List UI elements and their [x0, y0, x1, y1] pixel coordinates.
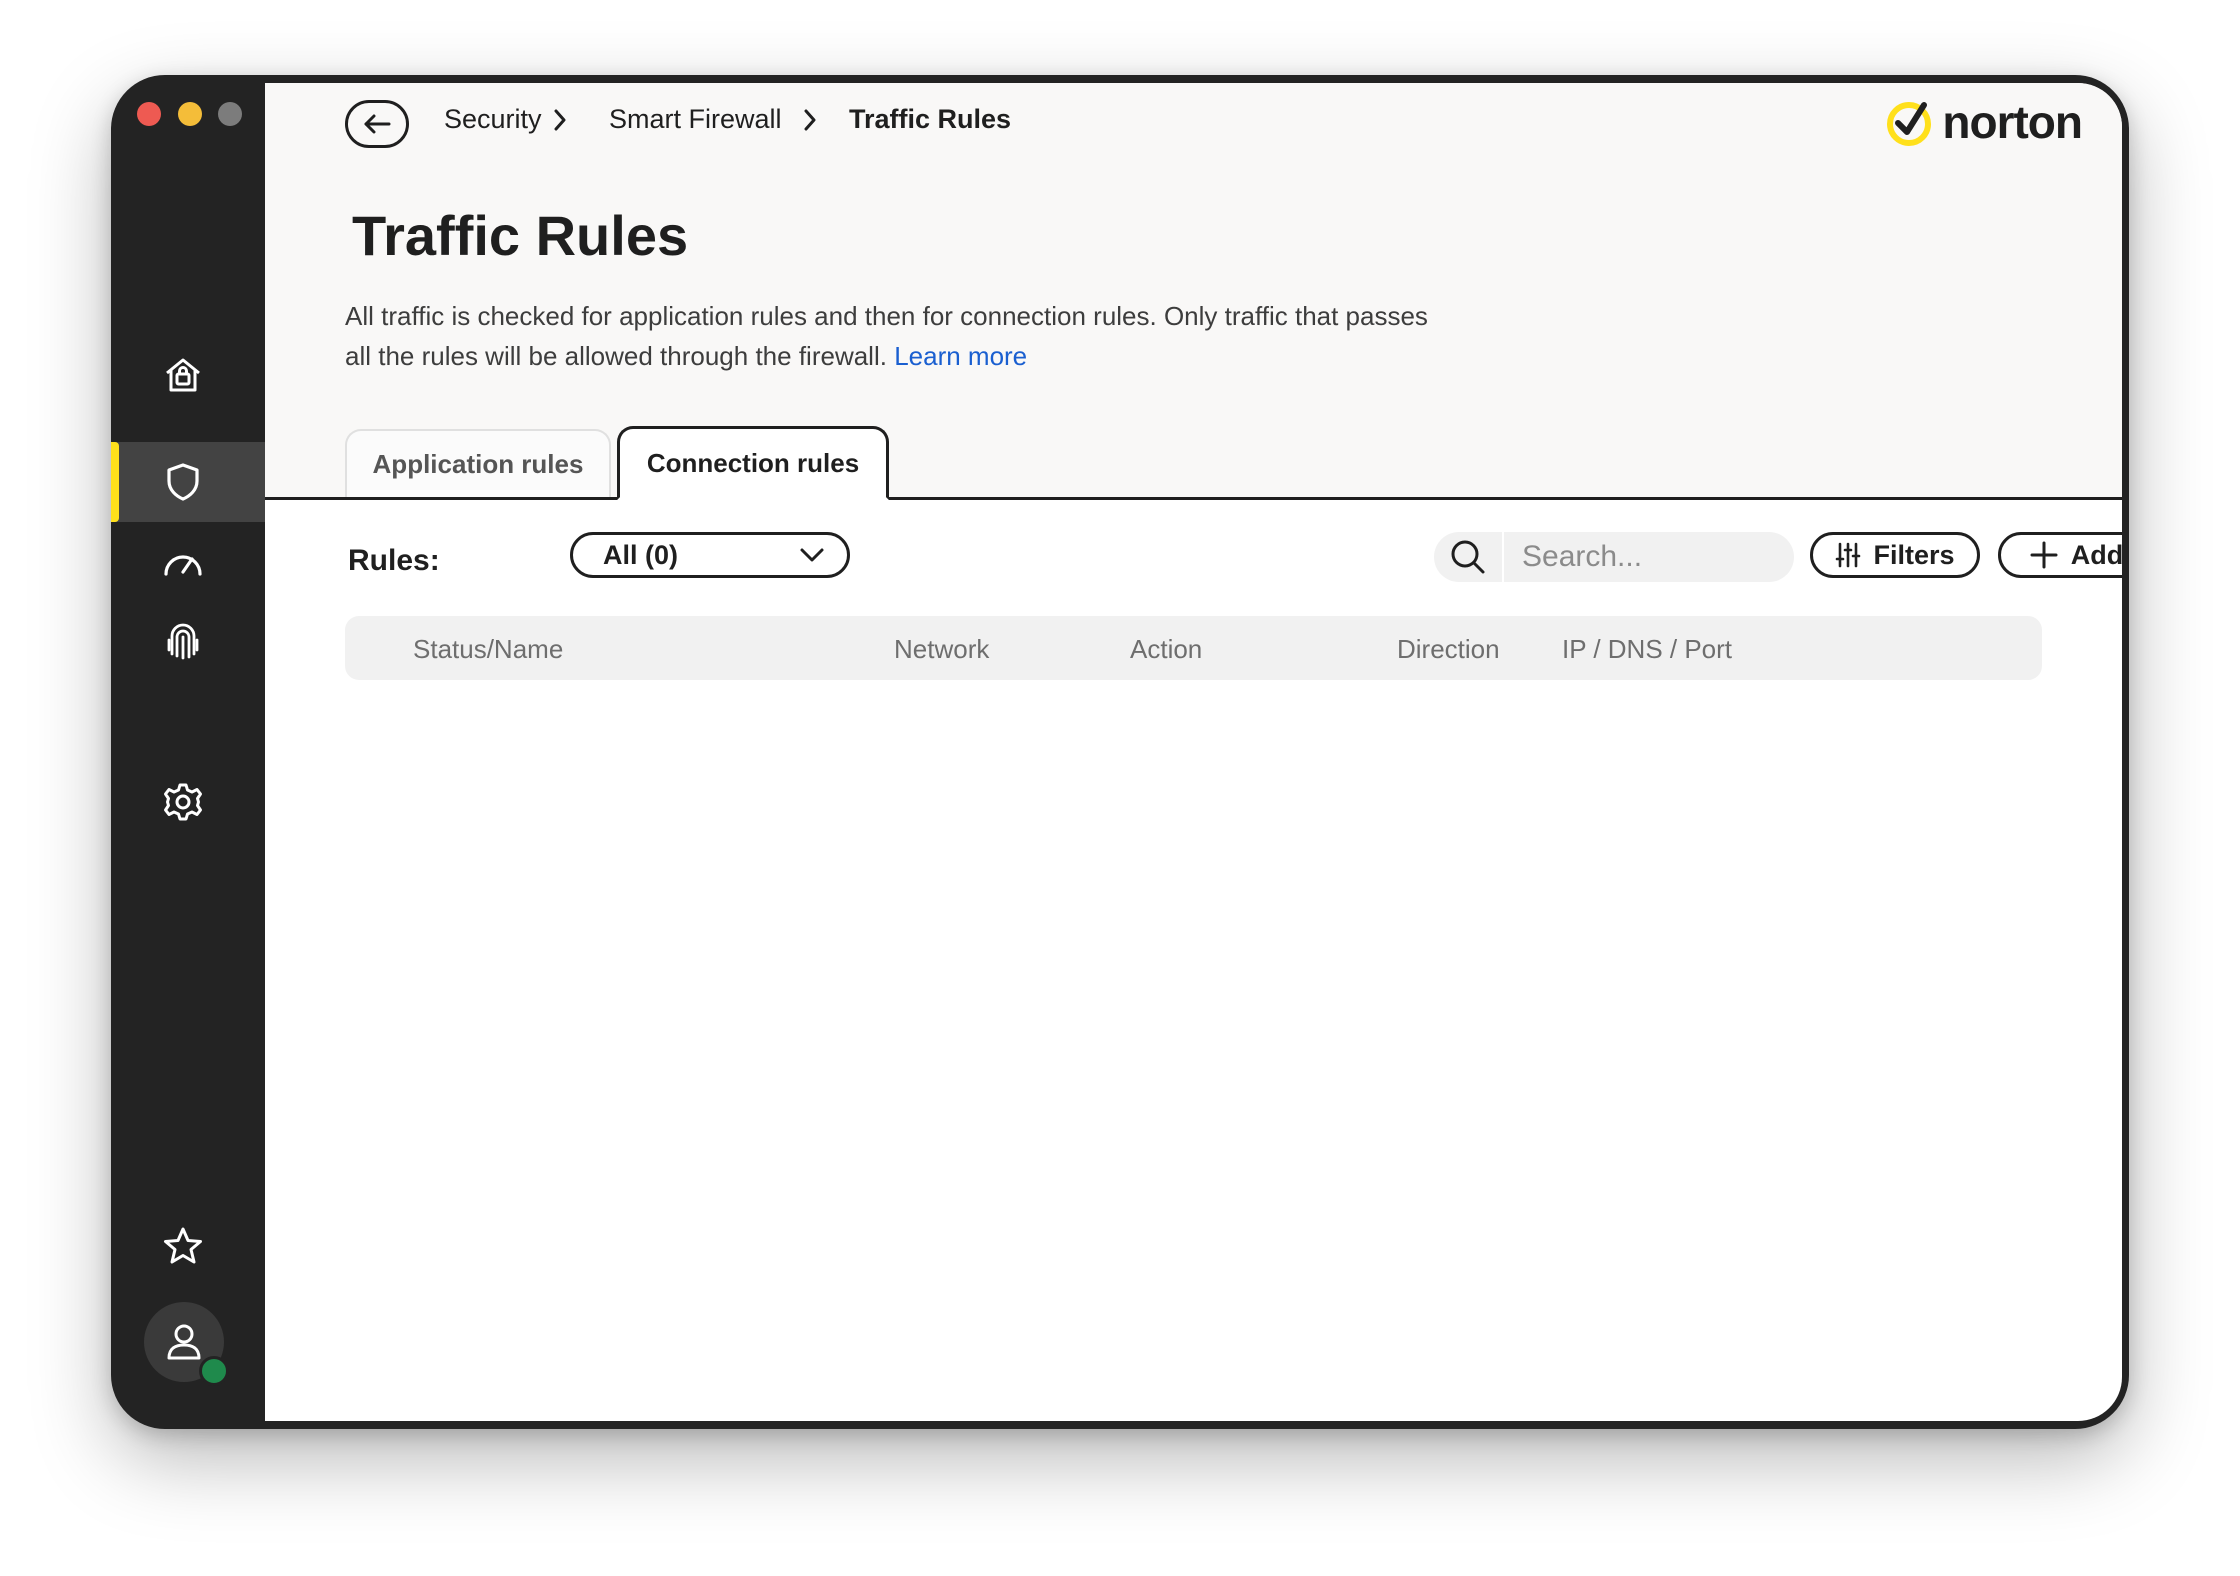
- tab-connection-rules[interactable]: Connection rules: [617, 426, 889, 500]
- page-title: Traffic Rules: [352, 204, 689, 267]
- window-zoom-button[interactable]: [218, 102, 242, 126]
- sidebar-active-indicator: [111, 442, 119, 522]
- tab-application-rules[interactable]: Application rules: [345, 429, 611, 497]
- norton-logo: norton: [1884, 95, 2083, 149]
- sliders-icon: [1836, 542, 1861, 568]
- search-input[interactable]: [1504, 532, 1794, 582]
- search-button[interactable]: [1434, 532, 1502, 582]
- filters-button[interactable]: Filters: [1810, 532, 1980, 578]
- filters-label: Filters: [1873, 539, 1955, 570]
- search-icon: [1451, 540, 1485, 574]
- back-button[interactable]: [345, 100, 409, 148]
- breadcrumb-security[interactable]: Security: [444, 104, 542, 135]
- sidebar-item-favorites[interactable]: [155, 1218, 211, 1274]
- window-close-button[interactable]: [137, 102, 161, 126]
- window-minimize-button[interactable]: [178, 102, 202, 126]
- sidebar-item-security[interactable]: [155, 454, 211, 510]
- column-ip-dns-port[interactable]: IP / DNS / Port: [1562, 634, 1732, 665]
- norton-wordmark: norton: [1942, 96, 2083, 148]
- speedometer-icon: [164, 555, 202, 576]
- rules-filter-select[interactable]: All (0): [570, 532, 850, 578]
- norton-check-icon: [1887, 102, 1932, 146]
- learn-more-link[interactable]: Learn more: [894, 341, 1027, 371]
- arrow-left-icon: [364, 114, 391, 134]
- home-lock-icon: [166, 358, 200, 392]
- chevron-down-icon: [800, 548, 824, 562]
- page-description: All traffic is checked for application r…: [345, 296, 1445, 376]
- add-rule-button[interactable]: Add: [1998, 532, 2122, 578]
- user-icon: [167, 1324, 201, 1360]
- main-content: Security Smart Firewall Traffic Rules no…: [265, 83, 2122, 1421]
- description-text: All traffic is checked for application r…: [345, 301, 1428, 371]
- chevron-right-icon: [554, 109, 566, 131]
- shield-icon: [167, 463, 199, 501]
- sidebar-item-home[interactable]: [155, 347, 211, 403]
- sidebar-item-performance[interactable]: [155, 534, 211, 590]
- plus-icon: [2030, 541, 2058, 569]
- chevron-right-icon: [804, 109, 816, 131]
- rules-label: Rules:: [348, 544, 440, 577]
- sidebar-item-identity[interactable]: [155, 614, 211, 670]
- rules-table-header: Status/Name Network Action Direction IP …: [345, 616, 2042, 680]
- breadcrumb-smart-firewall[interactable]: Smart Firewall: [609, 104, 782, 135]
- column-direction[interactable]: Direction: [1397, 634, 1500, 665]
- column-status-name[interactable]: Status/Name: [413, 634, 563, 665]
- app-window: Security Smart Firewall Traffic Rules no…: [111, 75, 2129, 1429]
- column-network[interactable]: Network: [894, 634, 989, 665]
- gear-icon: [164, 783, 202, 821]
- online-status-dot: [199, 1356, 229, 1386]
- star-icon: [164, 1227, 202, 1264]
- breadcrumb-traffic-rules: Traffic Rules: [849, 104, 1012, 134]
- add-label: Add: [2070, 539, 2122, 570]
- column-action[interactable]: Action: [1130, 634, 1202, 665]
- fingerprint-icon: [167, 623, 199, 660]
- sidebar-item-settings[interactable]: [155, 774, 211, 830]
- rules-filter-value: All (0): [603, 539, 679, 570]
